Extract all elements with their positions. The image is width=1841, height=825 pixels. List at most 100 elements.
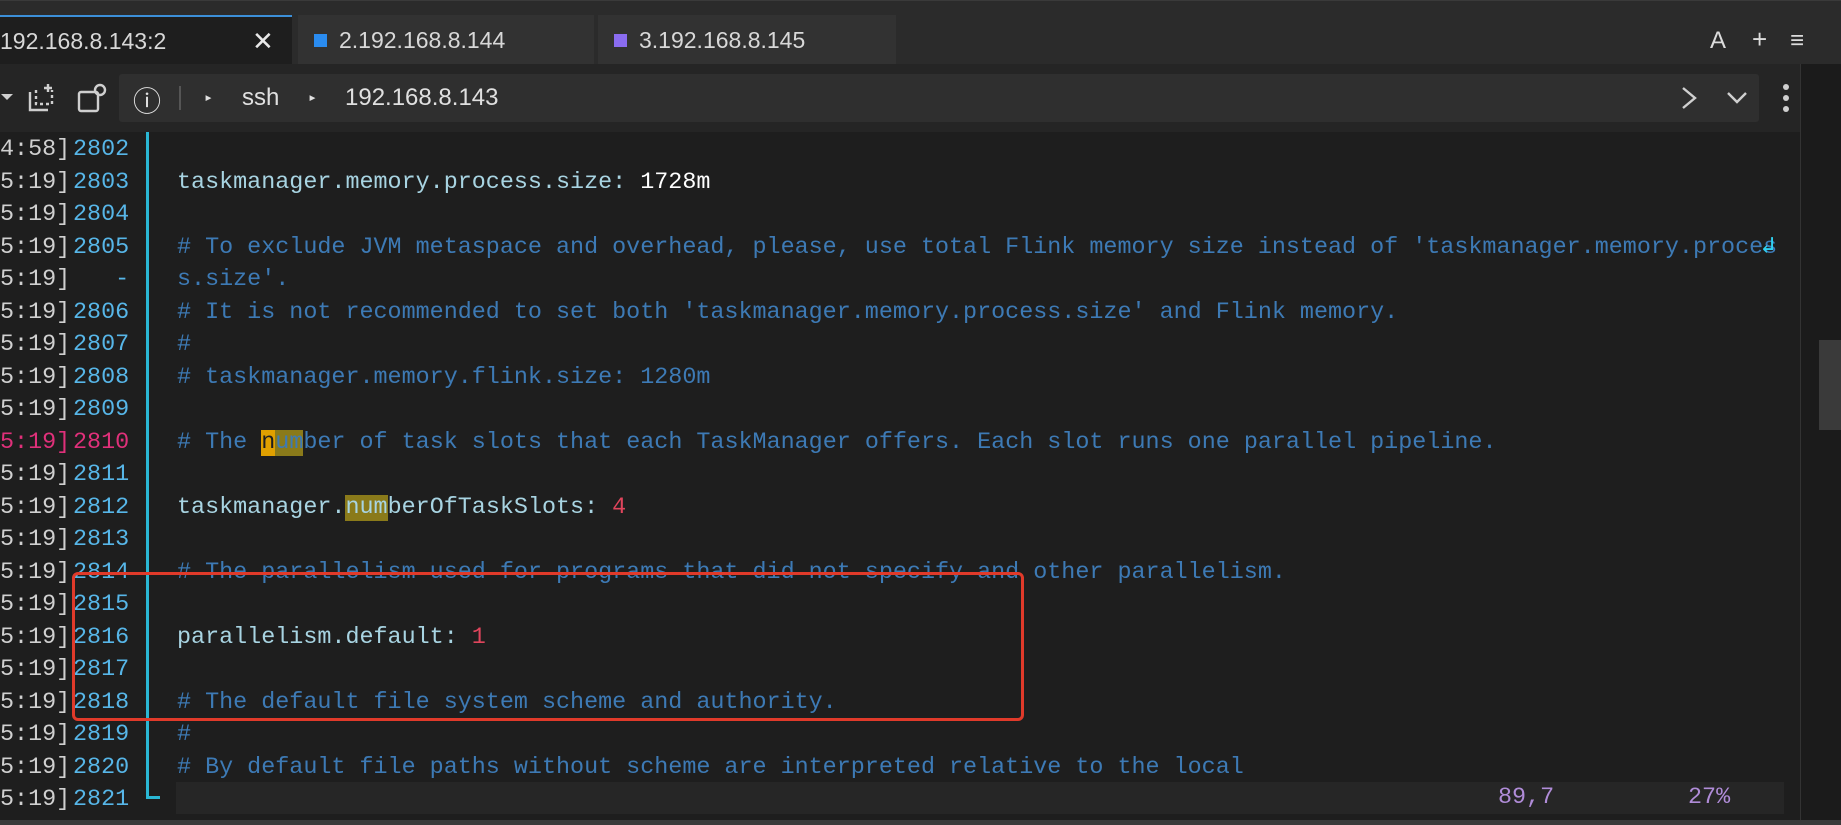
highlight-annotation-box [72, 572, 1024, 721]
timestamp: 5:19] [0, 267, 71, 293]
terminal-output[interactable]: 4:58] 2802 5:19] 2803 taskmanager.memory.pro… [0, 132, 1800, 825]
right-sidebar [1800, 64, 1841, 825]
line-number: 2807 [73, 332, 130, 358]
line-number: 2804 [73, 202, 130, 228]
tab-session-1[interactable]: 192.168.8.143:2 ✕ [0, 15, 292, 65]
timestamp: 5:19] [0, 657, 71, 683]
gutter-line-end [146, 796, 160, 799]
cursor-position: 89,7 [1498, 785, 1555, 811]
tab-bar: 192.168.8.143:2 ✕ 2.192.168.8.144 3.192.… [0, 0, 1841, 65]
code-token: ber of task slots that each TaskManager … [303, 429, 1497, 456]
line-number: 2812 [73, 494, 130, 521]
code-token: s.size'. [177, 267, 290, 293]
line-text: # [177, 719, 191, 751]
code-token: : [612, 169, 641, 196]
line-number: 2802 [73, 137, 130, 163]
code-token: berOfTaskSlots [387, 494, 585, 521]
line-text: # It is not recommended to set both 'tas… [177, 297, 1398, 329]
code-token: n [261, 429, 276, 456]
code-token: num [345, 494, 388, 521]
line-text: # To exclude JVM metaspace and overhead,… [177, 232, 1777, 264]
timestamp: 5:19] [0, 397, 71, 423]
divider [179, 86, 181, 110]
tab-label: 3.192.168.8.145 [639, 26, 806, 53]
timestamp: 5:19] [0, 689, 71, 716]
vim-status-line: 89,7 27% [176, 782, 1784, 814]
code-token: taskmanager.memory.process.size [177, 169, 613, 196]
timestamp: 5:19] [0, 299, 71, 326]
new-tab-button[interactable]: + [1752, 24, 1767, 55]
timestamp: 5:19] [0, 494, 71, 521]
address-toolbar: ⓘ ▸ ssh ▸ 192.168.8.143 [0, 64, 1841, 132]
chevron-down-icon[interactable] [1725, 90, 1749, 106]
line-text: taskmanager.numberOfTaskSlots: 4 [177, 492, 626, 524]
tab-menu-button[interactable]: ≡ [1790, 27, 1804, 55]
timestamp: 5:19] [0, 592, 71, 618]
code-token: # [177, 722, 192, 748]
line-number: 2821 [73, 787, 130, 813]
line-wrap-icon: ↲ [1761, 234, 1776, 261]
line-text: # [177, 329, 191, 361]
session-color-icon [314, 33, 327, 47]
timestamp: 5:19] [0, 234, 71, 261]
tab-label: 2.192.168.8.144 [339, 26, 506, 53]
line-number: 2806 [73, 299, 130, 326]
line-number: 2813 [73, 527, 130, 553]
line-text: taskmanager.memory.process.size: 1728m [177, 167, 710, 199]
line-number: 2811 [73, 462, 130, 488]
close-icon[interactable]: ✕ [252, 26, 274, 57]
address-bar[interactable]: ⓘ ▸ ssh ▸ 192.168.8.143 [119, 74, 1759, 122]
timestamp: 5:19] [0, 429, 71, 456]
line-number: 2820 [73, 754, 130, 781]
dropdown-arrow-icon[interactable] [0, 90, 14, 104]
code-token: 1728m [640, 169, 711, 196]
timestamp: 5:19] [0, 332, 71, 358]
more-options-icon[interactable] [1782, 82, 1790, 114]
timestamp: 5:19] [0, 754, 71, 781]
code-token: # The [177, 429, 262, 456]
timestamp: 5:19] [0, 527, 71, 553]
code-token: um [275, 429, 304, 456]
line-number: 2808 [73, 364, 130, 391]
code-token: taskmanager. [177, 494, 346, 521]
timestamp: 5:19] [0, 722, 71, 748]
scroll-percent: 27% [1688, 785, 1731, 811]
font-size-button[interactable]: A [1710, 27, 1726, 55]
code-token: # It is not recommended to set both 'tas… [177, 299, 1399, 326]
line-number: - [73, 267, 130, 293]
duplicate-session-icon[interactable] [76, 82, 108, 114]
line-text: # By default file paths without scheme a… [177, 752, 1244, 784]
tab-session-2[interactable]: 2.192.168.8.144 [298, 15, 594, 65]
code-token: : [584, 494, 613, 521]
info-icon[interactable]: ⓘ [133, 80, 161, 120]
session-color-icon [614, 33, 627, 47]
code-token: # [177, 332, 192, 358]
breadcrumb-host[interactable]: 192.168.8.143 [345, 84, 498, 112]
code-token: # To exclude JVM metaspace and overhead,… [177, 234, 1778, 261]
breadcrumb-arrow-icon: ▸ [204, 90, 214, 107]
timestamp: 4:58] [0, 137, 71, 163]
timestamp: 5:19] [0, 169, 71, 196]
line-number: 2805 [73, 234, 130, 261]
line-text: # The number of task slots that each Tas… [177, 427, 1496, 459]
timestamp: 5:19] [0, 559, 71, 586]
chevron-right-icon[interactable] [1679, 86, 1699, 110]
breadcrumb-protocol[interactable]: ssh [242, 84, 279, 112]
timestamp: 5:19] [0, 624, 71, 651]
tab-label: 192.168.8.143:2 [0, 27, 167, 54]
bottom-border [0, 820, 1841, 825]
line-number: 2803 [73, 169, 130, 196]
timestamp: 5:19] [0, 787, 71, 813]
scrollbar-thumb[interactable] [1819, 340, 1841, 430]
line-text: s.size'. [177, 264, 289, 296]
timestamp: 5:19] [0, 462, 71, 488]
tab-session-3[interactable]: 3.192.168.8.145 [598, 15, 896, 65]
code-token: # By default file paths without scheme a… [177, 754, 1244, 781]
code-token: 4 [612, 494, 627, 521]
timestamp: 5:19] [0, 364, 71, 391]
line-number: 2809 [73, 397, 130, 423]
split-window-icon[interactable] [26, 82, 58, 114]
code-token: # taskmanager.memory.flink.size: 1280m [177, 364, 711, 391]
line-number: 2819 [73, 722, 130, 748]
breadcrumb-arrow-icon: ▸ [308, 90, 318, 107]
